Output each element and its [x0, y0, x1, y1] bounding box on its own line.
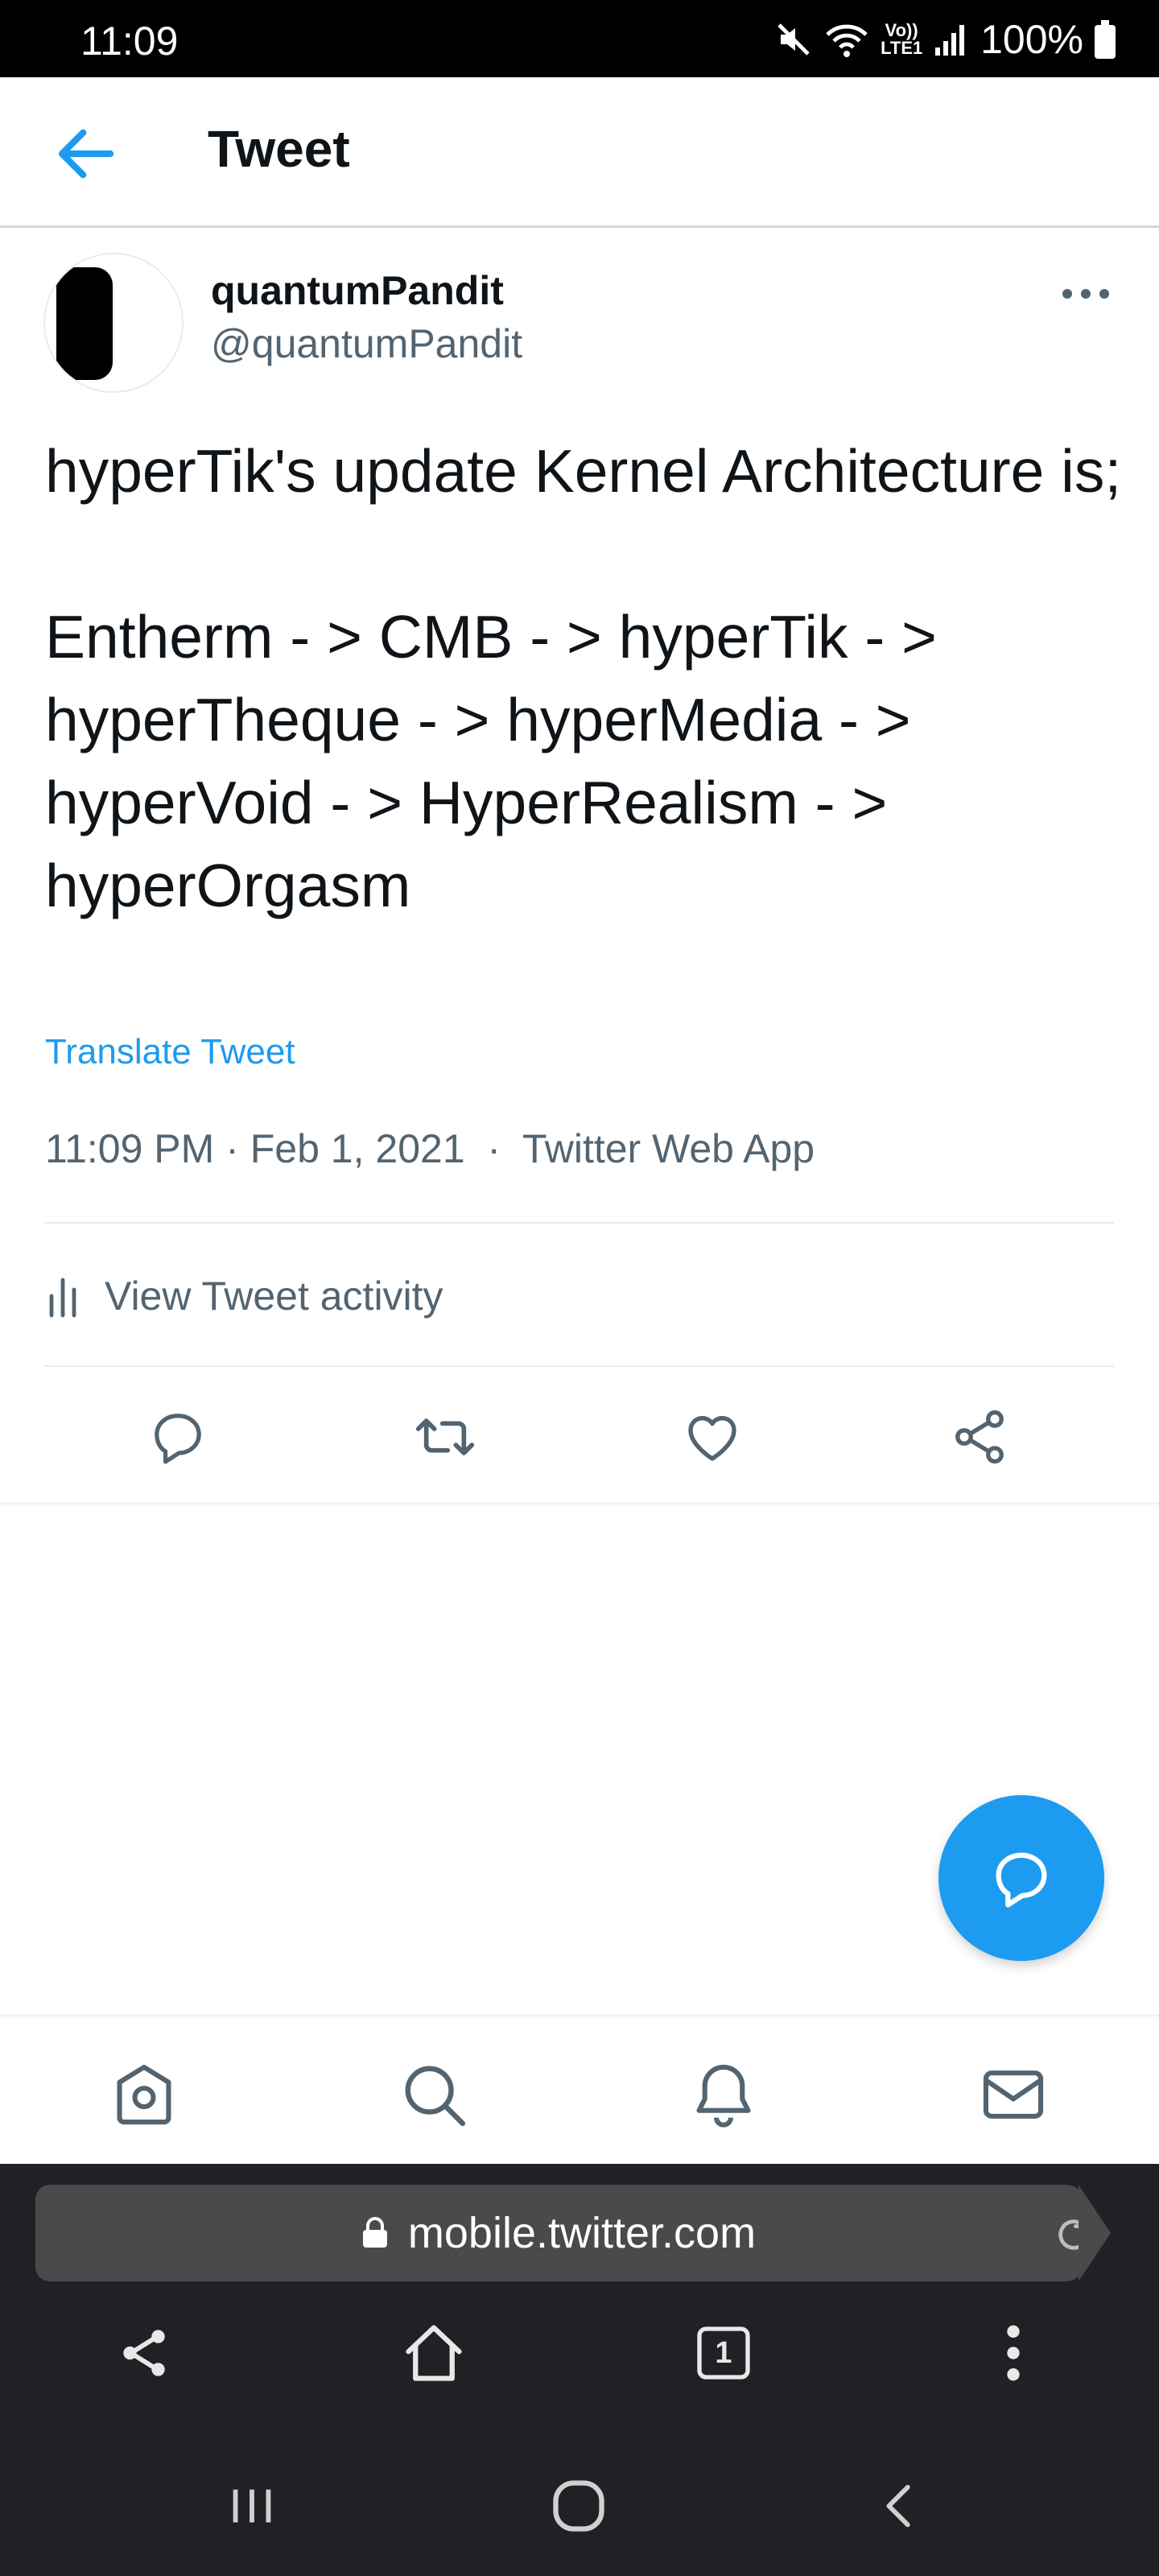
network-label: Vo)) LTE1	[881, 20, 923, 58]
like-button[interactable]	[676, 1401, 749, 1473]
url-display: mobile.twitter.com	[35, 2185, 1082, 2281]
retweet-icon	[413, 1405, 477, 1469]
divider	[0, 1502, 1159, 1505]
battery-icon	[1095, 20, 1116, 59]
more-options-button[interactable]	[1054, 274, 1117, 314]
browser-share-button[interactable]	[108, 2317, 180, 2389]
share-icon	[116, 2325, 172, 2381]
tweet-time: 11:09 PM	[45, 1126, 215, 1171]
reply-button[interactable]	[142, 1401, 214, 1473]
system-navigation-bar	[0, 2438, 1159, 2576]
divider	[45, 1365, 1114, 1367]
tweet-date: Feb 1, 2021	[250, 1126, 465, 1171]
analytics-icon	[45, 1274, 84, 1319]
more-vertical-icon	[997, 2321, 1029, 2385]
reply-icon	[148, 1407, 208, 1467]
wifi-icon	[824, 20, 869, 59]
browser-more-button[interactable]	[977, 2317, 1050, 2389]
bottom-tab-bar	[0, 2014, 1159, 2166]
tab-count: 1	[715, 2335, 732, 2370]
signal-icon	[934, 22, 969, 57]
retweet-button[interactable]	[409, 1401, 481, 1473]
status-time: 11:09	[80, 19, 179, 64]
home-icon	[109, 2060, 179, 2129]
author-display-name[interactable]: quantumPandit	[211, 267, 504, 314]
tab-home[interactable]	[108, 2058, 180, 2131]
like-icon	[682, 1406, 743, 1468]
url-bar-tip	[1079, 2185, 1111, 2281]
home-nav-button[interactable]	[542, 2470, 615, 2542]
home-icon	[400, 2319, 468, 2387]
tab-search[interactable]	[398, 2058, 470, 2131]
tabs-icon: 1	[691, 2321, 756, 2385]
browser-tabs-button[interactable]: 1	[687, 2317, 760, 2389]
author-handle[interactable]: @quantumPandit	[211, 320, 522, 367]
translate-tweet-link[interactable]: Translate Tweet	[45, 1032, 295, 1072]
messages-icon	[979, 2060, 1048, 2129]
mute-icon	[774, 20, 813, 59]
page-title: Tweet	[208, 120, 350, 178]
avatar[interactable]	[45, 254, 182, 391]
share-button[interactable]	[943, 1401, 1016, 1473]
compose-reply-button[interactable]	[938, 1795, 1104, 1961]
meta-separator: ·	[464, 1126, 522, 1171]
more-horizontal-icon	[1054, 274, 1117, 314]
home-circle-icon	[548, 2475, 609, 2537]
recents-icon	[224, 2478, 280, 2534]
status-bar: 11:09 Vo)) LTE1 100%	[0, 0, 1159, 77]
recents-button[interactable]	[216, 2470, 288, 2542]
battery-percentage: 100%	[980, 17, 1083, 62]
tweet-source[interactable]: Twitter Web App	[522, 1126, 815, 1171]
share-icon	[949, 1406, 1010, 1468]
search-icon	[399, 2060, 468, 2129]
chevron-left-icon	[872, 2478, 929, 2534]
url-bar[interactable]: mobile.twitter.com	[35, 2185, 1089, 2281]
tweet-metadata: 11:09 PM · Feb 1, 2021 · Twitter Web App	[45, 1125, 815, 1172]
tweet-text: hyperTik's update Kernel Architecture is…	[45, 437, 1122, 919]
url-text: mobile.twitter.com	[407, 2209, 757, 2257]
browser-home-button[interactable]	[398, 2317, 470, 2389]
tab-notifications[interactable]	[687, 2058, 760, 2131]
notifications-icon	[689, 2060, 758, 2129]
status-icons: Vo)) LTE1 100%	[774, 16, 1116, 63]
lock-icon	[361, 2217, 389, 2249]
meta-separator: ·	[214, 1126, 250, 1171]
view-tweet-activity-label: View Tweet activity	[105, 1274, 443, 1319]
browser-toolbar: mobile.twitter.com 1	[0, 2164, 1159, 2438]
compose-reply-icon	[989, 1846, 1054, 1910]
tab-messages[interactable]	[977, 2058, 1050, 2131]
header: Tweet	[0, 77, 1159, 228]
back-button[interactable]	[50, 118, 122, 190]
divider	[45, 1222, 1114, 1224]
back-nav-button[interactable]	[864, 2470, 937, 2542]
view-tweet-activity-button[interactable]: View Tweet activity	[45, 1240, 1114, 1352]
arrow-left-icon	[50, 118, 122, 190]
